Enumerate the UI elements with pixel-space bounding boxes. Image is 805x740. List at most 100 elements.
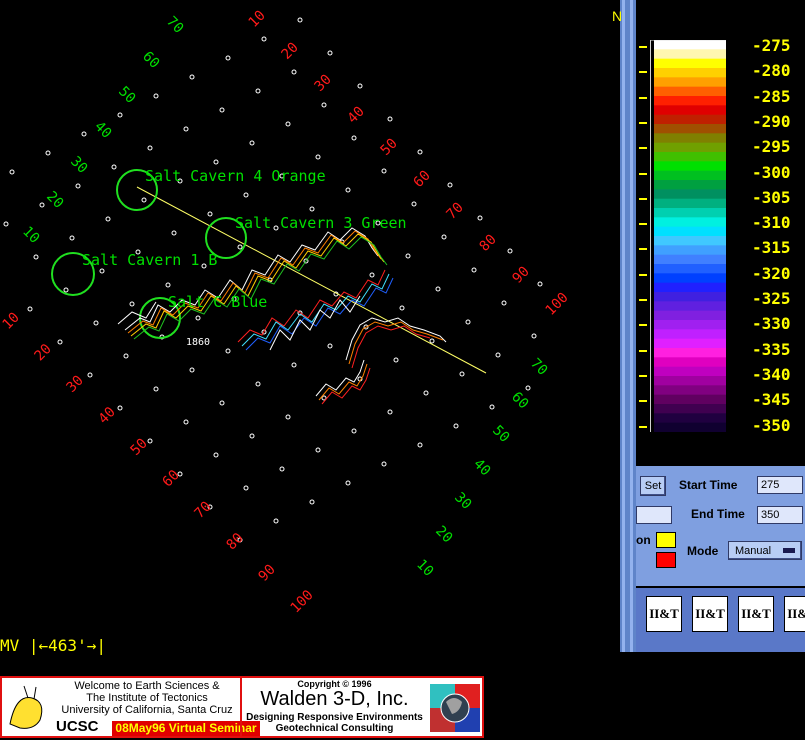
seminar-banner[interactable]: Welcome to Earth Sciences & The Institut… — [0, 676, 484, 738]
grid-dot — [207, 211, 213, 217]
color-band — [654, 273, 726, 284]
grid-dot — [321, 102, 327, 108]
scale-tick-mark — [639, 147, 647, 150]
color-band — [654, 394, 726, 405]
partial-input[interactable] — [636, 506, 672, 524]
iit-icon-4[interactable]: II&T — [784, 596, 805, 632]
scale-tick-label: -275 — [752, 36, 791, 55]
grid-dot — [69, 235, 75, 241]
scale-tick-label: -335 — [752, 339, 791, 359]
axis-label-left-bottom: 100 — [288, 587, 317, 616]
color-band — [654, 217, 726, 228]
iit-icon-1[interactable]: II&T — [646, 596, 682, 632]
color-band — [654, 338, 726, 349]
grid-dot — [471, 267, 477, 273]
iit-icon-2[interactable]: II&T — [692, 596, 728, 632]
end-time-input[interactable]: 350 — [757, 506, 803, 524]
grid-dot — [351, 135, 357, 141]
grid-dot — [189, 74, 195, 80]
grid-dot — [87, 372, 93, 378]
color-band — [654, 301, 726, 312]
axis-label-right-bottom: 30 — [451, 490, 474, 513]
grid-dot — [9, 169, 15, 175]
iit-icon-3[interactable]: II&T — [738, 596, 774, 632]
mode-label: Mode — [687, 544, 719, 558]
scale-tick-label: -345 — [752, 390, 791, 410]
grid-dot — [459, 371, 465, 377]
grid-dot — [417, 149, 423, 155]
scale-tick-mark — [639, 96, 647, 99]
color-band — [654, 376, 726, 386]
earth-logo-icon — [430, 684, 480, 732]
color-band — [654, 86, 726, 97]
grid-dot — [279, 466, 285, 472]
grid-dot — [291, 69, 297, 75]
end-time-label: End Time — [691, 507, 745, 521]
start-time-input[interactable]: 275 — [757, 476, 803, 494]
grid-dot — [219, 107, 225, 113]
grid-dot — [57, 339, 63, 345]
grid-dot — [357, 83, 363, 89]
axis-label-left-bottom: 80 — [224, 530, 247, 553]
color-band — [654, 180, 726, 190]
scale-tick-label: -300 — [752, 162, 791, 182]
welcome-line-3: University of California, Santa Cruz — [61, 704, 233, 716]
scale-tick-mark — [639, 273, 647, 276]
set-button[interactable]: Set — [640, 476, 666, 496]
grid-dot — [63, 287, 69, 293]
grid-dot — [345, 187, 351, 193]
color-band — [654, 124, 726, 134]
grid-dot — [441, 234, 447, 240]
grid-dot — [165, 282, 171, 288]
color-band — [654, 133, 726, 144]
axis-label-right-top: 90 — [510, 264, 533, 287]
axis-label-left-bottom: 20 — [32, 341, 55, 364]
axis-label-left-top: 60 — [139, 49, 162, 72]
grid-dot — [531, 333, 537, 339]
grid-dot — [243, 485, 249, 491]
ucsc-text: UCSC — [56, 718, 99, 735]
grid-dot — [255, 88, 261, 94]
color-band — [654, 198, 726, 209]
color-band — [654, 77, 726, 88]
grid-dot — [435, 286, 441, 292]
grid-dot — [3, 221, 9, 227]
scale-tick-label: -315 — [752, 238, 791, 258]
axis-label-right-top: 50 — [378, 136, 401, 159]
grid-dot — [153, 386, 159, 392]
red-color-swatch[interactable] — [656, 552, 676, 568]
grid-dot — [183, 419, 189, 425]
color-band — [654, 366, 726, 377]
grid-dot — [213, 452, 219, 458]
mode-select[interactable]: Manual — [728, 541, 802, 560]
grid-dot — [429, 338, 435, 344]
color-band — [654, 96, 726, 106]
grid-dot — [39, 202, 45, 208]
grid-dot — [411, 201, 417, 207]
company-name: Walden 3-D, Inc. — [260, 688, 409, 710]
grid-dot — [291, 362, 297, 368]
contour-map[interactable]: 7060504030201010203040506070809010010203… — [0, 0, 620, 660]
grid-dot — [27, 306, 33, 312]
axis-label-right-top: 40 — [345, 104, 368, 127]
viewer-window: 70 60 50 40 30 20 10 10 20 30 40 50 60 70 80 90 100 10 20 3… — [0, 0, 805, 740]
grid-dot — [327, 50, 333, 56]
scale-tick-mark — [639, 248, 647, 251]
color-band — [654, 170, 726, 181]
color-band — [654, 310, 726, 321]
panel-divider[interactable]: N — [612, 0, 636, 652]
grid-dot — [537, 281, 543, 287]
scale-tick-mark — [639, 425, 647, 428]
color-band — [654, 189, 726, 200]
color-scale-bar — [650, 40, 726, 432]
scale-tick-mark — [639, 299, 647, 301]
grid-dot — [147, 145, 153, 151]
yellow-color-swatch[interactable] — [656, 532, 676, 548]
axis-label-left-bottom: 30 — [64, 373, 87, 396]
cavern-4-label: Salt Cavern 4 Orange — [145, 167, 326, 185]
grid-dot — [525, 385, 531, 391]
cavern-3-label: Salt Cavern 3 Green — [235, 214, 407, 232]
scale-tick-label: -305 — [752, 187, 791, 207]
scale-tick-mark — [639, 400, 647, 403]
color-band — [654, 385, 726, 396]
